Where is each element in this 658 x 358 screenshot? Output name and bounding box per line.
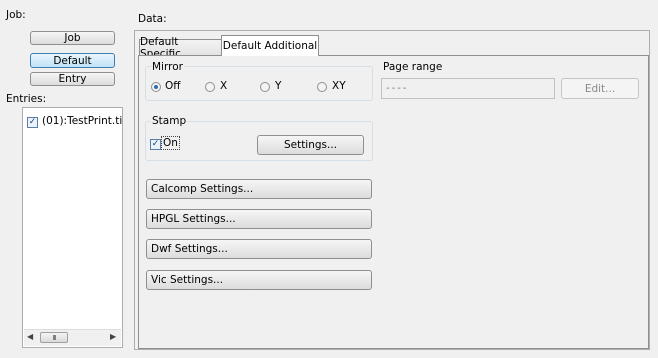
- entries-list[interactable]: ✓ (01):TestPrint.ti ◀ III ▶: [22, 107, 123, 348]
- horizontal-scrollbar[interactable]: ◀ III ▶: [24, 329, 121, 346]
- scroll-left-arrow-icon[interactable]: ◀: [27, 332, 33, 341]
- stamp-on-checkbox[interactable]: ✓: [150, 139, 161, 150]
- page-range-label: Page range: [383, 61, 443, 73]
- entries-label: Entries:: [6, 93, 47, 105]
- page-range-field[interactable]: ----: [381, 78, 555, 99]
- mirror-y-radio[interactable]: [260, 82, 270, 92]
- entry-button[interactable]: Entry: [30, 72, 115, 86]
- list-item[interactable]: ✓ (01):TestPrint.ti: [23, 115, 122, 129]
- calcomp-settings-button[interactable]: Calcomp Settings...: [146, 179, 372, 199]
- mirror-y-label: Y: [275, 80, 282, 92]
- vic-settings-button[interactable]: Vic Settings...: [146, 270, 372, 290]
- mirror-xy-label: XY: [332, 80, 346, 92]
- dwf-settings-button[interactable]: Dwf Settings...: [146, 239, 372, 259]
- default-button[interactable]: Default: [30, 53, 115, 68]
- mirror-label: Mirror: [151, 61, 184, 73]
- tab-default-additional[interactable]: Default Additional: [221, 35, 319, 56]
- tab-default-specific[interactable]: Default Specific: [139, 36, 222, 60]
- entry-label: (01):TestPrint.ti: [42, 115, 123, 127]
- scroll-thumb[interactable]: III: [40, 332, 68, 343]
- entry-checkbox[interactable]: ✓: [27, 117, 38, 128]
- stamp-on-label: On: [161, 136, 180, 150]
- mirror-x-label: X: [220, 80, 228, 92]
- mirror-off-label: Off: [165, 80, 181, 92]
- data-label: Data:: [138, 13, 167, 25]
- hpgl-settings-button[interactable]: HPGL Settings...: [146, 209, 372, 229]
- job-label: Job:: [6, 9, 26, 21]
- mirror-xy-radio[interactable]: [317, 82, 327, 92]
- stamp-settings-button[interactable]: Settings...: [257, 135, 364, 155]
- scroll-thumb-grip: III: [52, 333, 56, 342]
- stamp-label: Stamp: [151, 115, 188, 127]
- mirror-off-radio[interactable]: [151, 82, 161, 92]
- mirror-x-radio[interactable]: [205, 82, 215, 92]
- job-button[interactable]: Job: [30, 31, 115, 45]
- scroll-right-arrow-icon[interactable]: ▶: [110, 332, 116, 341]
- page-range-edit-button[interactable]: Edit...: [561, 78, 639, 99]
